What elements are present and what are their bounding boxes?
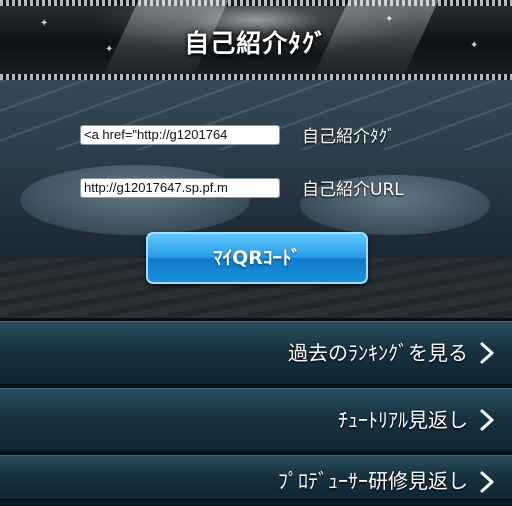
- menu-item-label: ﾁｭｰﾄﾘｱﾙ見返し: [338, 408, 468, 432]
- profile-url-field[interactable]: http://g12017647.sp.pf.m: [80, 178, 280, 198]
- background-table: [20, 165, 250, 235]
- my-qr-code-button[interactable]: ﾏｲQRｺｰﾄﾞ: [146, 232, 368, 284]
- chevron-right-icon: [480, 342, 494, 364]
- profile-url-label: 自己紹介URL: [302, 180, 404, 200]
- chevron-right-icon: [480, 471, 494, 493]
- menu-item-tutorial-review[interactable]: ﾁｭｰﾄﾘｱﾙ見返し: [0, 388, 512, 452]
- chevron-right-icon: [480, 409, 494, 431]
- page-header: ✦ ✦ ✦ ✦ 自己紹介ﾀｸﾞ: [0, 0, 512, 80]
- profile-tag-label: 自己紹介ﾀｸﾞ: [302, 127, 396, 147]
- menu-item-past-rankings[interactable]: 過去のﾗﾝｷﾝｸﾞを見る: [0, 321, 512, 385]
- menu-item-label: ﾌﾟﾛﾃﾞｭｰｻｰ研修見返し: [278, 469, 468, 493]
- page-title: 自己紹介ﾀｸﾞ: [184, 29, 328, 58]
- menu-item-producer-training-review[interactable]: ﾌﾟﾛﾃﾞｭｰｻｰ研修見返し: [0, 455, 512, 500]
- menu-item-label: 過去のﾗﾝｷﾝｸﾞを見る: [288, 341, 468, 365]
- profile-tag-field[interactable]: <a href="http://g1201764: [80, 125, 280, 145]
